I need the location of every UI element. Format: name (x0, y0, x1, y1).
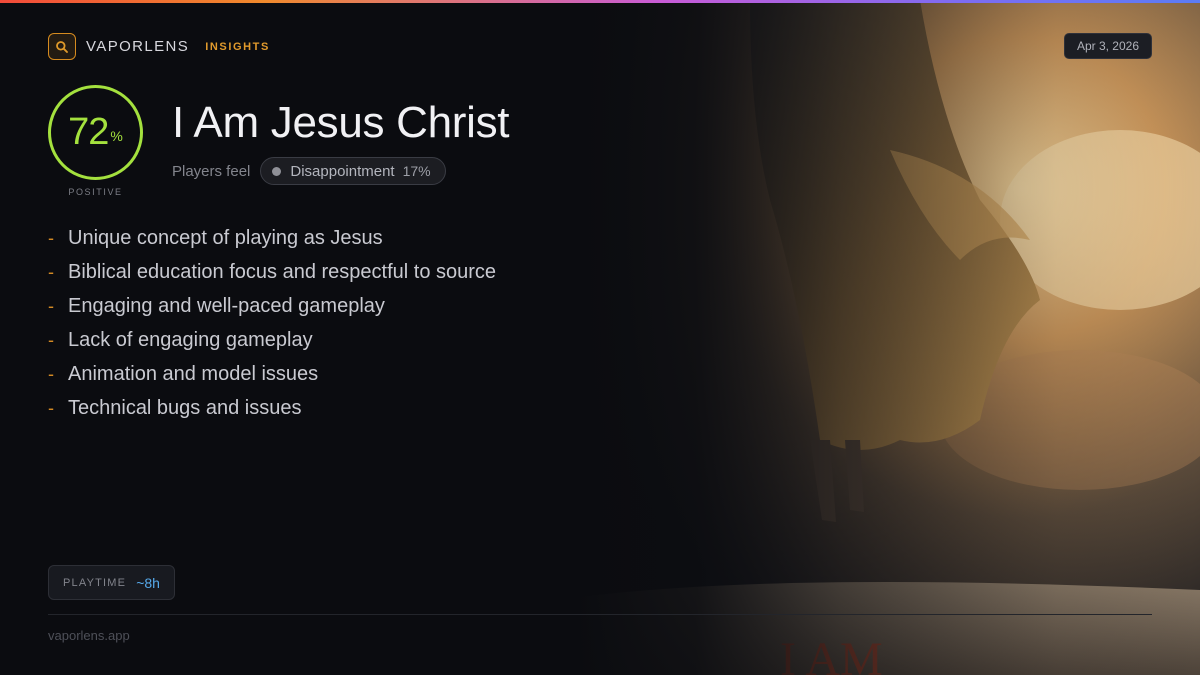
dash-icon: - (48, 329, 54, 350)
dash-icon: - (48, 295, 54, 316)
playtime-label: PLAYTIME (63, 576, 127, 589)
game-title: I Am Jesus Christ (172, 98, 510, 147)
search-icon (48, 33, 76, 60)
date-badge: Apr 3, 2026 (1063, 33, 1152, 59)
footer-divider (48, 614, 1152, 615)
point-text: Biblical education focus and respectful … (68, 260, 497, 283)
playtime-badge: PLAYTIME ~8h (48, 565, 175, 600)
point-text: Unique concept of playing as Jesus (68, 226, 383, 249)
point-text: Lack of engaging gameplay (68, 328, 313, 351)
sentiment-pill: Disappointment 17% (260, 157, 446, 185)
review-points-list: - Unique concept of playing as Jesus - Bib… (48, 221, 496, 425)
score-unit: % (110, 127, 123, 144)
sentiment-dot-icon (272, 166, 282, 176)
list-item: - Animation and model issues (48, 357, 496, 391)
dash-icon: - (48, 363, 54, 384)
playtime-value: ~8h (136, 574, 160, 591)
brand-header[interactable]: VAPORLENS INSIGHTS (48, 33, 270, 60)
score-value: 72 (68, 111, 109, 153)
gradient-top-bar (0, 0, 1200, 3)
sentiment-row: Players feel Disappointment 17% (172, 157, 446, 185)
list-item: - Technical bugs and issues (48, 391, 496, 425)
score-label: POSITIVE (68, 187, 123, 197)
dash-icon: - (48, 227, 54, 248)
list-item: - Biblical education focus and respectful… (48, 255, 496, 289)
point-text: Technical bugs and issues (68, 396, 302, 419)
list-item: - Engaging and well-paced gameplay (48, 289, 496, 323)
list-item: - Lack of engaging gameplay (48, 323, 496, 357)
sentiment-emotion: Disappointment (290, 162, 395, 180)
sentiment-label: Players feel (172, 162, 251, 180)
score-ring: 72 % (47, 84, 144, 181)
point-text: Animation and model issues (68, 362, 319, 385)
brand-tag: INSIGHTS (205, 40, 270, 53)
point-text: Engaging and well-paced gameplay (68, 294, 385, 317)
footer-site-link[interactable]: vaporlens.app (48, 628, 130, 643)
dash-icon: - (48, 261, 54, 282)
brand-name: VAPORLENS (86, 38, 190, 55)
list-item: - Unique concept of playing as Jesus (48, 221, 496, 255)
sentiment-percent: 17% (402, 163, 431, 179)
dash-icon: - (48, 397, 54, 418)
